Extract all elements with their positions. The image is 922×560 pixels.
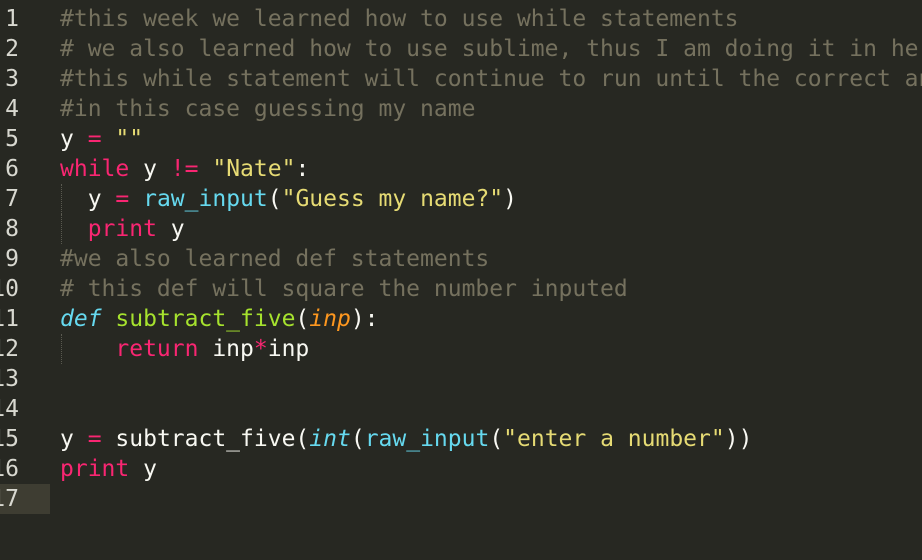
line-number: 13 <box>0 366 19 392</box>
code-line[interactable]: 6 while y != "Nate": <box>0 154 922 184</box>
code-token: = <box>87 126 102 152</box>
code-token: y <box>129 456 157 482</box>
code-text: #in this case guessing my name <box>60 94 475 124</box>
line-number: 8 <box>5 216 19 242</box>
line-number: 11 <box>0 306 19 332</box>
code-token: raw_input <box>364 426 490 452</box>
code-line[interactable]: 13 <box>0 364 922 394</box>
code-line[interactable]: 10 # this def will square the number inpu… <box>0 274 922 304</box>
code-line[interactable]: 2 # we also learned how to use sublime, t… <box>0 34 922 64</box>
code-token: : <box>295 156 310 182</box>
line-number: 9 <box>5 246 19 272</box>
line-number: 12 <box>0 336 19 362</box>
code-token: != <box>170 156 199 182</box>
code-token: inp <box>309 306 351 332</box>
code-line[interactable]: 11 def subtract_five(inp): <box>0 304 922 334</box>
line-number: 14 <box>0 396 19 422</box>
code-text: print y <box>60 454 157 484</box>
code-token: print <box>87 216 157 242</box>
code-line[interactable]: 1 #this week we learned how to use while … <box>0 4 922 34</box>
code-token: #in this case guessing my name <box>60 96 476 122</box>
code-line[interactable]: 4 #in this case guessing my name <box>0 94 922 124</box>
code-line[interactable]: 14 <box>0 394 922 424</box>
code-token: "enter a number" <box>503 426 725 452</box>
code-token: ( <box>295 306 310 332</box>
code-text: y = raw_input("Guess my name?") <box>60 184 517 214</box>
code-token: = <box>87 426 102 452</box>
code-line[interactable]: 9 #we also learned def statements <box>0 244 922 274</box>
code-token: # this def will square the number inpute… <box>60 276 628 302</box>
code-text: while y != "Nate": <box>60 154 309 184</box>
code-token: y <box>129 156 171 182</box>
code-token: subtract_five <box>115 306 296 332</box>
code-token: y <box>156 216 185 242</box>
code-token: #this while statement will continue to r… <box>60 66 922 92</box>
code-token: # we also learned how to use sublime, th… <box>60 36 922 62</box>
code-token: ( <box>267 186 282 212</box>
line-number: 6 <box>5 156 19 182</box>
code-token: ( <box>350 426 365 452</box>
code-token: print <box>60 456 130 482</box>
code-token: ) <box>503 186 518 212</box>
line-number: 5 <box>5 126 19 152</box>
code-token: y <box>60 126 88 152</box>
code-text: def subtract_five(inp): <box>60 304 379 334</box>
code-text: return inp*inp <box>60 334 309 364</box>
line-number: 16 <box>0 456 19 482</box>
code-line[interactable]: 12 return inp*inp <box>0 334 922 364</box>
code-text: #we also learned def statements <box>60 244 489 274</box>
code-token: )) <box>724 426 753 452</box>
code-token: inp <box>267 336 310 362</box>
code-line[interactable]: 5 y = "" <box>0 124 922 154</box>
line-number: 4 <box>5 96 19 122</box>
code-token: inp <box>198 336 254 362</box>
code-token: * <box>253 336 268 362</box>
code-token: raw_input <box>143 186 268 212</box>
code-text: # this def will square the number inpute… <box>60 274 628 304</box>
code-token: return <box>115 336 199 362</box>
code-token: subtract_five( <box>101 426 310 452</box>
line-number: 10 <box>0 276 19 302</box>
line-number: 3 <box>5 66 19 92</box>
code-token: "Nate" <box>212 156 296 182</box>
code-token: while <box>60 156 130 182</box>
line-number: 2 <box>5 36 19 62</box>
line-number: 17 <box>0 486 19 512</box>
code-token: "" <box>115 126 144 152</box>
code-text: y = subtract_five(int(raw_input("enter a… <box>60 424 752 454</box>
code-text: y = "" <box>60 124 143 154</box>
code-token: ): <box>350 306 379 332</box>
code-token: y <box>60 186 116 212</box>
code-token: "Guess my name?" <box>281 186 504 212</box>
code-token: def <box>60 306 102 332</box>
code-token: int <box>309 426 351 452</box>
code-token: #this week we learned how to use while s… <box>60 6 739 32</box>
code-token: y <box>60 426 88 452</box>
code-text: # we also learned how to use sublime, th… <box>60 34 922 64</box>
line-number: 1 <box>5 6 19 32</box>
code-token: #we also learned def statements <box>60 246 490 272</box>
code-text: #this while statement will continue to r… <box>60 64 922 94</box>
code-line[interactable]: 7 y = raw_input("Guess my name?") <box>0 184 922 214</box>
line-number: 15 <box>0 426 19 452</box>
code-line[interactable]: 3 #this while statement will continue to … <box>0 64 922 94</box>
code-token: = <box>115 186 130 212</box>
code-line[interactable]: 17 <box>0 484 922 514</box>
code-text: print y <box>60 214 185 244</box>
code-editor[interactable]: 1 #this week we learned how to use while … <box>0 0 922 560</box>
code-line[interactable]: 15y = subtract_five(int(raw_input("enter… <box>0 424 922 454</box>
code-line[interactable]: 16 print y <box>0 454 922 484</box>
line-number: 7 <box>5 186 19 212</box>
code-text: #this week we learned how to use while s… <box>60 4 739 34</box>
code-line[interactable]: 8 print y <box>0 214 922 244</box>
code-token: ( <box>489 426 504 452</box>
